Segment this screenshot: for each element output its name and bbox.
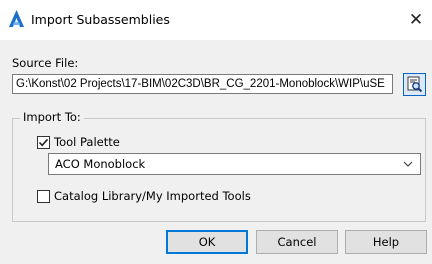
- browse-button[interactable]: [403, 73, 426, 96]
- checkmark-icon: [38, 138, 49, 147]
- browse-file-icon: [407, 76, 423, 93]
- ok-button[interactable]: OK: [166, 230, 248, 254]
- palette-dropdown[interactable]: ACO Monoblock: [48, 153, 421, 175]
- source-file-label: Source File:: [12, 56, 79, 70]
- autocad-civil3d-icon: [9, 10, 24, 27]
- window-title: Import Subassemblies: [31, 12, 170, 27]
- cancel-button[interactable]: Cancel: [256, 230, 338, 254]
- title-bar: Import Subassemblies ✕: [0, 0, 432, 40]
- close-icon: ✕: [408, 10, 424, 30]
- import-to-label: Import To:: [20, 110, 84, 124]
- chevron-down-icon: [403, 161, 413, 167]
- help-button[interactable]: Help: [345, 230, 427, 254]
- palette-dropdown-value: ACO Monoblock: [55, 157, 146, 171]
- close-button[interactable]: ✕: [402, 6, 430, 34]
- source-file-input[interactable]: G:\Konst\02 Projects\17-BIM\02C3D\BR_CG_…: [12, 74, 393, 94]
- tool-palette-label: Tool Palette: [54, 135, 120, 149]
- tool-palette-checkbox[interactable]: [37, 136, 50, 149]
- catalog-checkbox[interactable]: [37, 190, 50, 203]
- catalog-label: Catalog Library/My Imported Tools: [54, 189, 251, 203]
